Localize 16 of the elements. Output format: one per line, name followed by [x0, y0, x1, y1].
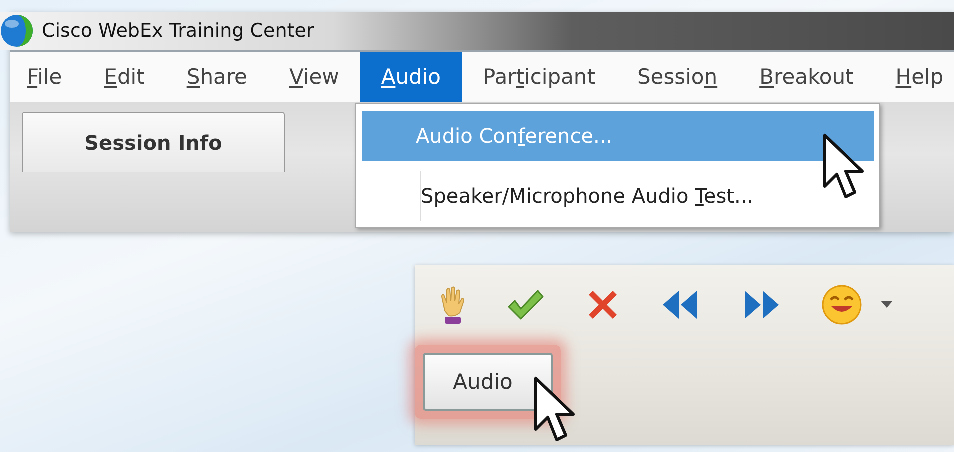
menu-item[interactable]: Share — [166, 52, 268, 102]
menu-item[interactable]: Edit — [83, 52, 166, 102]
menu-item[interactable]: Help — [874, 52, 954, 102]
menu-item[interactable]: Breakout — [738, 52, 875, 102]
caret-icon[interactable] — [881, 301, 893, 309]
checkmark-icon[interactable] — [507, 289, 545, 321]
menu-item[interactable]: Participant — [462, 52, 616, 102]
menu-item[interactable]: Audio — [360, 52, 462, 102]
globe-icon — [0, 14, 34, 48]
tab[interactable]: Session Info — [22, 112, 285, 172]
menu-item[interactable]: Session — [616, 52, 739, 102]
audio-button[interactable]: Audio — [423, 353, 553, 411]
menu-item[interactable]: View — [268, 52, 360, 102]
smiley-icon[interactable] — [821, 284, 863, 326]
window-title: Cisco WebEx Training Center — [42, 20, 314, 42]
menu-item[interactable]: File — [10, 52, 84, 102]
